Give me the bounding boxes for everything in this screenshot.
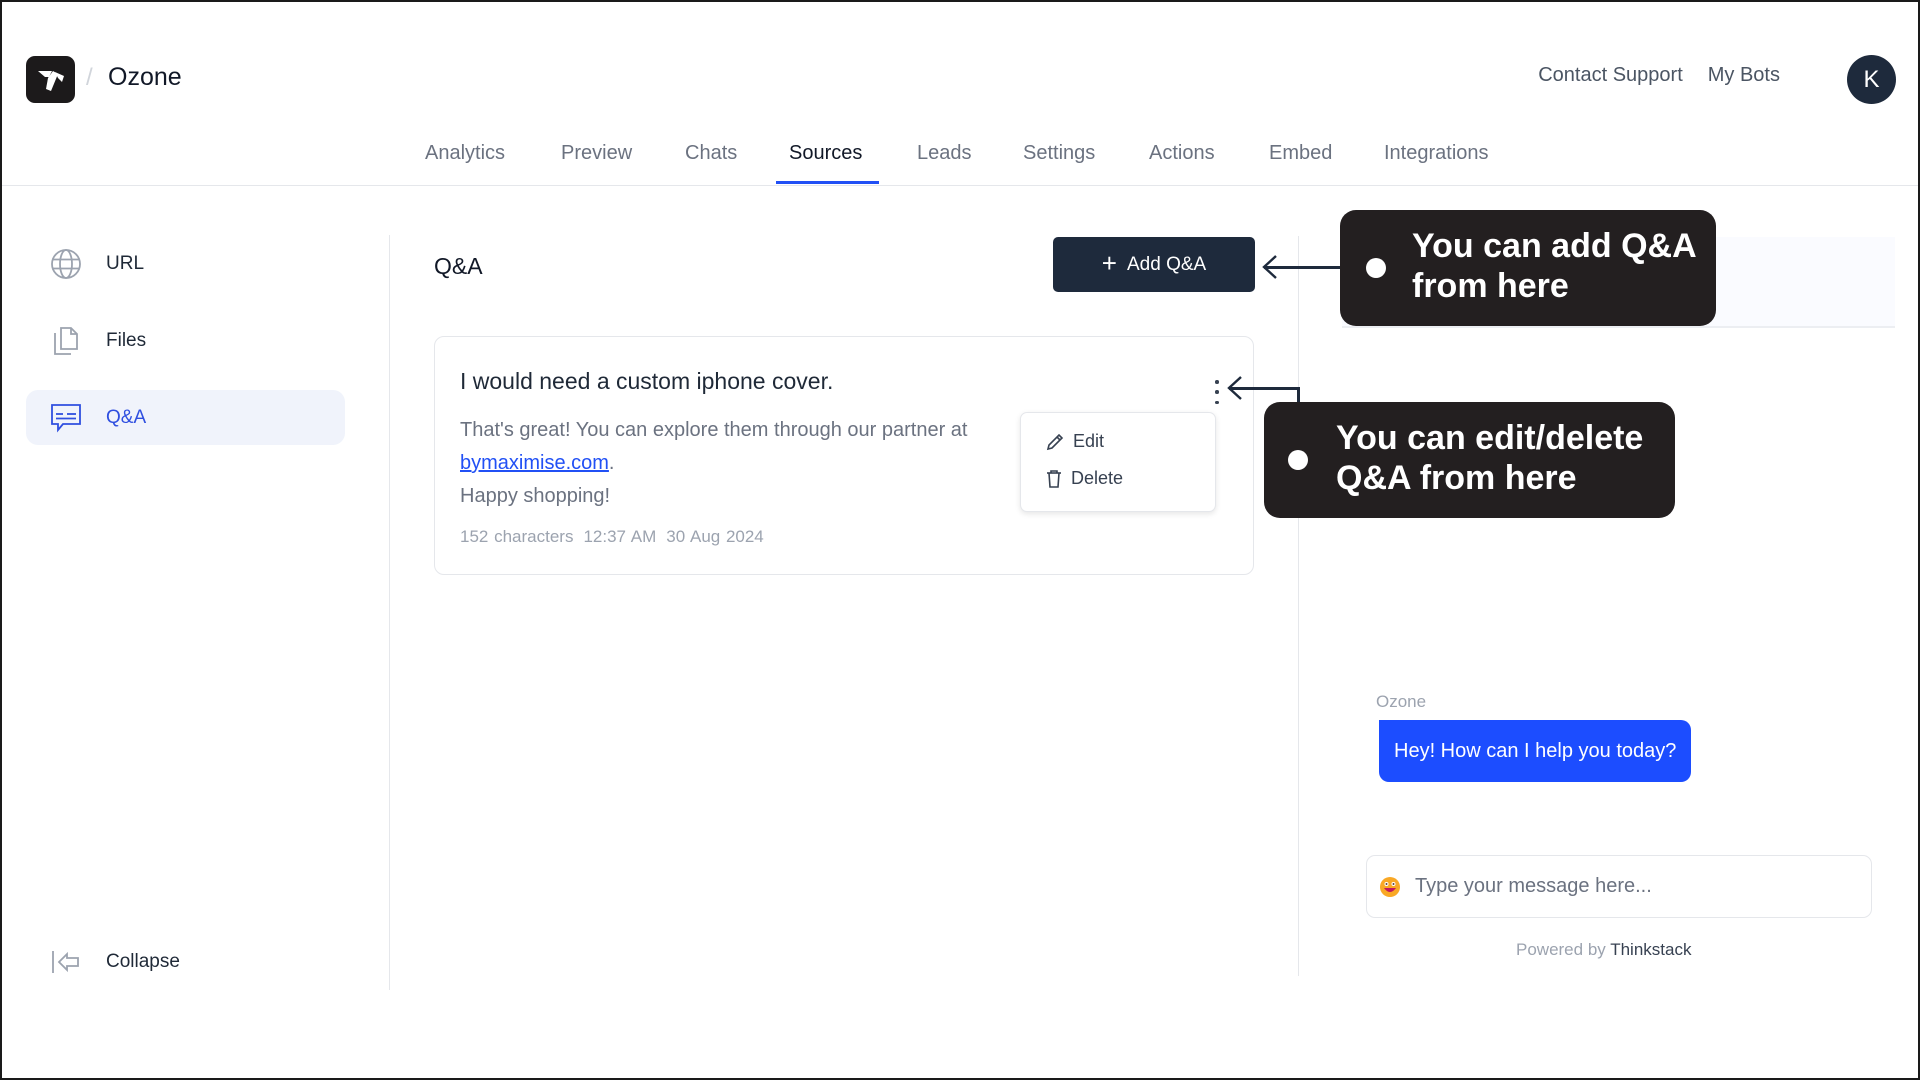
qa-char-count: 152 characters xyxy=(460,527,574,546)
qa-answer: That's great! You can explore them throu… xyxy=(460,414,1020,513)
callout-connector-line xyxy=(1229,387,1299,390)
qa-question: I would need a custom iphone cover. xyxy=(460,368,834,394)
qa-answer-link[interactable]: bymaximise.com xyxy=(460,452,609,474)
powered-by: Powered by Thinkstack xyxy=(1516,940,1691,960)
trash-icon xyxy=(1047,469,1061,488)
tab-embed[interactable]: Embed xyxy=(1269,142,1332,165)
emoji-icon[interactable] xyxy=(1379,876,1401,898)
powered-by-brand[interactable]: Thinkstack xyxy=(1610,940,1691,959)
tab-preview[interactable]: Preview xyxy=(561,142,632,165)
nav-tabs: Analytics Preview Chats Sources Leads Se… xyxy=(0,130,1920,186)
thinkstack-logo-icon xyxy=(37,70,64,91)
tab-analytics[interactable]: Analytics xyxy=(425,142,505,165)
chat-input-box xyxy=(1366,855,1872,918)
collapse-icon xyxy=(49,945,83,979)
sidebar-item-label: URL xyxy=(106,252,145,274)
tab-integrations[interactable]: Integrations xyxy=(1384,142,1489,165)
callout-edit-delete-qa: You can edit/delete Q&A from here xyxy=(1264,402,1675,518)
callout-text: You can add Q&A from here xyxy=(1412,227,1696,305)
tab-leads[interactable]: Leads xyxy=(917,142,972,165)
menu-item-delete[interactable]: Delete xyxy=(1045,468,1123,489)
qa-options-menu: Edit Delete xyxy=(1020,412,1216,512)
callout-dot xyxy=(1288,450,1308,470)
tab-chats[interactable]: Chats xyxy=(685,142,737,165)
callout-add-qa: You can add Q&A from here xyxy=(1340,210,1716,326)
preview-divider xyxy=(1298,236,1299,976)
qa-meta: 152 characters 12:37 AM 30 Aug 2024 xyxy=(460,527,774,547)
top-links: Contact Support My Bots xyxy=(1538,64,1780,87)
qa-message-icon xyxy=(49,401,83,435)
collapse-label: Collapse xyxy=(106,950,180,972)
chat-bot-message: Hey! How can I help you today? xyxy=(1379,720,1692,782)
plus-icon: + xyxy=(1101,248,1117,278)
menu-item-label: Edit xyxy=(1073,431,1105,451)
tab-actions[interactable]: Actions xyxy=(1149,142,1215,165)
breadcrumb-separator: / xyxy=(86,64,93,91)
callout-dot xyxy=(1366,258,1386,278)
qa-answer-text: That's great! You can explore them throu… xyxy=(460,419,968,441)
qa-answer-closing: Happy shopping! xyxy=(460,485,611,507)
callout-text: You can edit/delete Q&A from here xyxy=(1336,419,1644,497)
user-avatar[interactable]: K xyxy=(1847,55,1896,104)
more-options-icon[interactable] xyxy=(1210,380,1224,404)
chat-sender-name: Ozone xyxy=(1376,692,1427,711)
sidebar-item-files[interactable]: Files xyxy=(26,313,345,368)
collapse-button[interactable]: Collapse xyxy=(26,934,345,989)
powered-by-text: Powered by xyxy=(1516,940,1606,959)
qa-time: 12:37 AM xyxy=(583,527,657,546)
sidebar-item-label: Q&A xyxy=(106,406,147,428)
menu-item-label: Delete xyxy=(1071,468,1124,488)
bot-name[interactable]: Ozone xyxy=(108,63,182,92)
globe-icon xyxy=(49,247,83,281)
sidebar-item-qa[interactable]: Q&A xyxy=(26,390,345,445)
tab-settings[interactable]: Settings xyxy=(1023,142,1095,165)
sidebar-divider xyxy=(389,235,390,990)
active-tab-indicator xyxy=(776,181,879,184)
chat-message-input[interactable] xyxy=(1415,875,1855,898)
tab-sources[interactable]: Sources xyxy=(789,142,862,165)
menu-item-edit[interactable]: Edit xyxy=(1045,431,1104,452)
add-qa-label: Add Q&A xyxy=(1126,253,1207,275)
app-logo[interactable] xyxy=(26,56,75,103)
add-qa-button[interactable]: + Add Q&A xyxy=(1053,237,1255,292)
files-icon xyxy=(49,324,83,358)
my-bots-link[interactable]: My Bots xyxy=(1708,64,1780,87)
sidebar-item-url[interactable]: URL xyxy=(26,236,345,291)
sidebar-item-label: Files xyxy=(106,329,147,351)
page-title: Q&A xyxy=(434,253,483,279)
pencil-icon xyxy=(1046,433,1064,450)
qa-date: 30 Aug 2024 xyxy=(666,527,764,546)
contact-support-link[interactable]: Contact Support xyxy=(1538,64,1683,87)
qa-answer-punct: . xyxy=(608,452,615,474)
